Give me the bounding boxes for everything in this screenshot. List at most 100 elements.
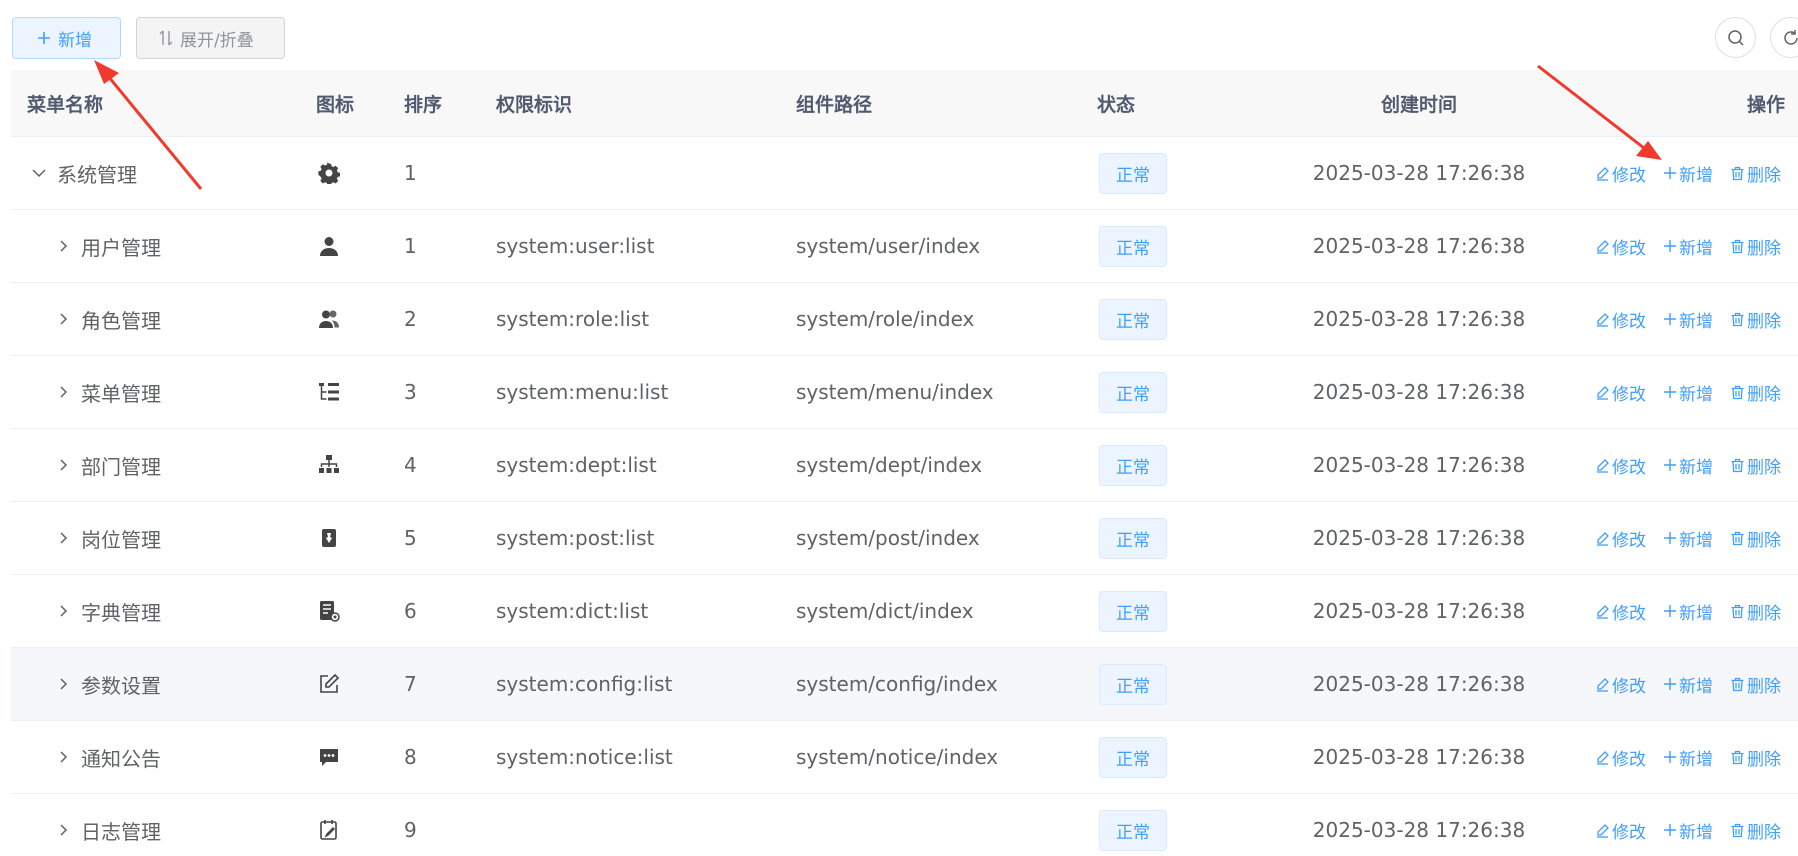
add-label: 新增 (1679, 749, 1713, 770)
status-badge: 正常 (1099, 736, 1167, 778)
menu-name: 角色管理 (81, 308, 161, 333)
delete-label: 删除 (1747, 165, 1781, 186)
table-row[interactable]: 部门管理 4 system:dept:list system/dept/index 正常… (11, 429, 1798, 502)
row-actions: 修改 新增 删除 (1594, 599, 1798, 624)
plus-icon (1664, 313, 1676, 325)
delete-icon (1731, 750, 1744, 764)
edit-button[interactable]: 修改 (1595, 672, 1646, 697)
delete-icon (1731, 166, 1744, 180)
add-child-button[interactable]: 新增 (1663, 161, 1713, 186)
expand-collapse-button[interactable]: 展开/折叠 (136, 17, 285, 59)
expand-toggle[interactable] (27, 166, 51, 180)
chevron-down-icon (32, 169, 46, 178)
menu-sort: 4 (404, 453, 417, 477)
expand-toggle[interactable] (51, 531, 75, 545)
menu-perm: system:role:list (496, 307, 650, 331)
edit-pen-icon (1597, 531, 1609, 546)
delete-button[interactable]: 删除 (1730, 745, 1781, 770)
add-label: 新增 (1679, 384, 1713, 405)
table-row[interactable]: 参数设置 7 system:config:list system/config/ind… (11, 648, 1798, 721)
toolbar: 新增 展开/折叠 (12, 17, 285, 59)
dict-icon (318, 600, 340, 622)
menu-name-cell: 用户管理 (11, 232, 291, 261)
delete-label: 删除 (1747, 530, 1781, 551)
edit-button[interactable]: 修改 (1595, 380, 1646, 405)
plus-icon (38, 32, 50, 44)
delete-icon (1731, 312, 1744, 326)
menu-sort: 3 (404, 380, 417, 404)
add-menu-button[interactable]: 新增 (12, 17, 121, 59)
delete-button[interactable]: 删除 (1730, 453, 1781, 478)
add-child-button[interactable]: 新增 (1663, 818, 1713, 843)
delete-button[interactable]: 删除 (1730, 672, 1781, 697)
delete-button[interactable]: 删除 (1730, 234, 1781, 259)
add-child-button[interactable]: 新增 (1663, 599, 1713, 624)
menu-created-time: 2025-03-28 17:26:38 (1312, 161, 1526, 185)
add-child-button[interactable]: 新增 (1663, 234, 1713, 259)
col-header-sort: 排序 (404, 93, 443, 116)
table-row[interactable]: 通知公告 8 system:notice:list system/notice/ind… (11, 721, 1798, 794)
delete-icon (1731, 677, 1744, 691)
status-badge: 正常 (1099, 590, 1167, 632)
add-label: 新增 (1679, 165, 1713, 186)
edit-button[interactable]: 修改 (1595, 745, 1646, 770)
row-actions: 修改 新增 删除 (1594, 453, 1798, 478)
delete-button[interactable]: 删除 (1730, 307, 1781, 332)
delete-button[interactable]: 删除 (1730, 380, 1781, 405)
expand-toggle[interactable] (51, 823, 75, 837)
menu-name-cell: 参数设置 (11, 670, 291, 699)
refresh-button[interactable] (1770, 17, 1798, 58)
edit-button[interactable]: 修改 (1595, 599, 1646, 624)
expand-toggle[interactable] (51, 239, 75, 253)
add-child-button[interactable]: 新增 (1663, 526, 1713, 551)
menu-status-cell: 正常 (1088, 517, 1244, 559)
delete-button[interactable]: 删除 (1730, 599, 1781, 624)
delete-button[interactable]: 删除 (1730, 818, 1781, 843)
edit-label: 修改 (1612, 384, 1646, 405)
menu-status-cell: 正常 (1088, 225, 1244, 267)
menu-sort: 9 (404, 818, 417, 842)
menu-icon-cell (291, 454, 398, 476)
table-row[interactable]: 系统管理 1 正常 2025-03-28 17:26:38 修改 新增 删除 (11, 137, 1798, 210)
add-child-button[interactable]: 新增 (1663, 380, 1713, 405)
table-row[interactable]: 岗位管理 5 system:post:list system/post/index 正常… (11, 502, 1798, 575)
edit-button[interactable]: 修改 (1595, 234, 1646, 259)
table-row[interactable]: 字典管理 6 system:dict:list system/dict/index 正常… (11, 575, 1798, 648)
delete-label: 删除 (1747, 457, 1781, 478)
edit-pen-icon (1597, 385, 1609, 400)
table-row[interactable]: 菜单管理 3 system:menu:list system/menu/index 正常… (11, 356, 1798, 429)
add-child-button[interactable]: 新增 (1663, 453, 1713, 478)
col-header-time: 创建时间 (1380, 93, 1457, 116)
edit-label: 修改 (1612, 530, 1646, 551)
expand-toggle[interactable] (51, 385, 75, 399)
table-row[interactable]: 日志管理 9 正常 2025-03-28 17:26:38 修改 新增 删除 (11, 794, 1798, 856)
table-row[interactable]: 角色管理 2 system:role:list system/role/index 正常… (11, 283, 1798, 356)
expand-toggle[interactable] (51, 750, 75, 764)
add-child-button[interactable]: 新增 (1663, 672, 1713, 697)
expand-toggle[interactable] (51, 458, 75, 472)
add-label: 新增 (1679, 603, 1713, 624)
table-row[interactable]: 用户管理 1 system:user:list system/user/index 正常… (11, 210, 1798, 283)
delete-button[interactable]: 删除 (1730, 161, 1781, 186)
expand-toggle[interactable] (51, 312, 75, 326)
edit-button[interactable]: 修改 (1595, 161, 1646, 186)
delete-label: 删除 (1747, 238, 1781, 259)
edit-button[interactable]: 修改 (1595, 818, 1646, 843)
menu-name-cell: 岗位管理 (11, 524, 291, 553)
delete-icon (1731, 385, 1744, 399)
expand-toggle[interactable] (51, 604, 75, 618)
delete-button[interactable]: 删除 (1730, 526, 1781, 551)
menu-status-cell: 正常 (1088, 371, 1244, 413)
add-child-button[interactable]: 新增 (1663, 307, 1713, 332)
menu-icon-cell (291, 527, 398, 549)
menu-icon-cell (291, 819, 398, 841)
menu-name: 用户管理 (81, 235, 161, 260)
chevron-right-icon (60, 240, 68, 252)
search-toggle-button[interactable] (1715, 17, 1756, 58)
edit-button[interactable]: 修改 (1595, 453, 1646, 478)
menu-status-cell: 正常 (1088, 663, 1244, 705)
expand-toggle[interactable] (51, 677, 75, 691)
edit-button[interactable]: 修改 (1595, 307, 1646, 332)
edit-button[interactable]: 修改 (1595, 526, 1646, 551)
add-child-button[interactable]: 新增 (1663, 745, 1713, 770)
